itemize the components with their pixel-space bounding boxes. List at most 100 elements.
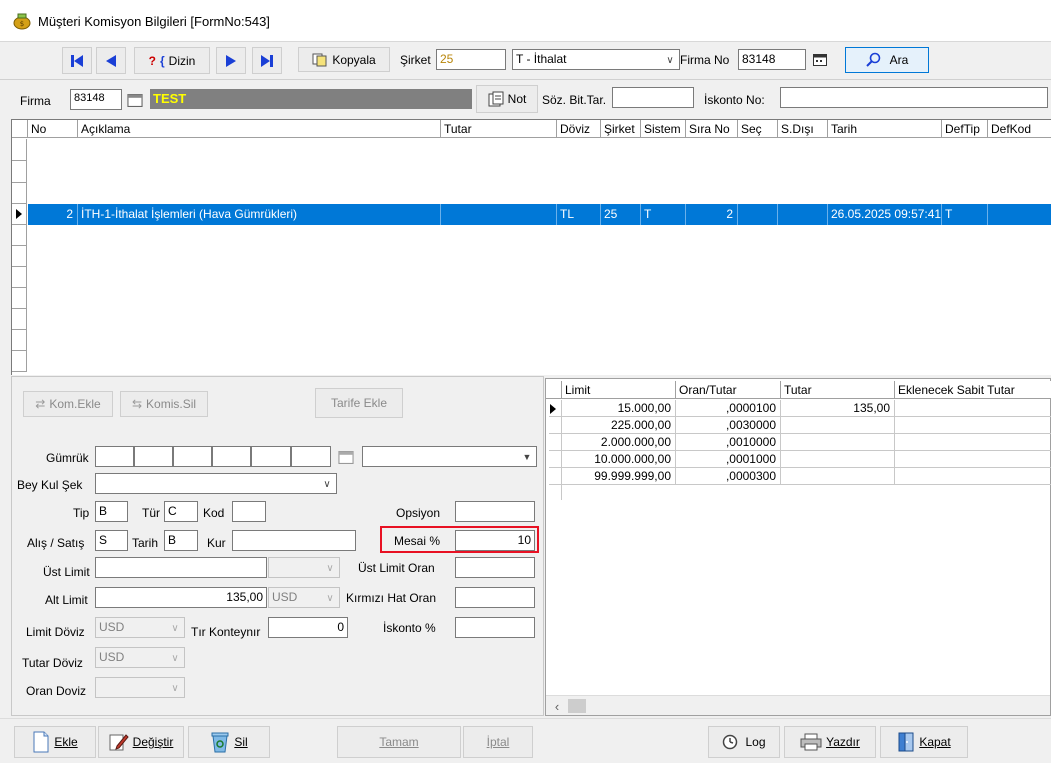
- main-grid[interactable]: [11, 119, 1051, 375]
- table-row[interactable]: 2.000.000,00 ,0010000: [549, 434, 1051, 451]
- table-row[interactable]: 10.000.000,00 ,0001000: [549, 451, 1051, 468]
- tip-input[interactable]: B: [95, 501, 128, 522]
- ekle-button[interactable]: Ekle: [14, 726, 96, 758]
- alis-satis-input[interactable]: S: [95, 530, 128, 551]
- kod-input[interactable]: [232, 501, 266, 522]
- row-indicator[interactable]: [12, 351, 27, 372]
- ust-limit-input[interactable]: [95, 557, 267, 578]
- header-sistem[interactable]: Sistem: [641, 120, 686, 138]
- row-indicator-current[interactable]: [12, 204, 27, 225]
- sirket-input[interactable]: 25: [436, 49, 506, 70]
- row-indicator[interactable]: [12, 161, 27, 183]
- bey-kul-sek-combo[interactable]: ∨: [95, 473, 337, 494]
- firma-calendar-button[interactable]: [124, 91, 146, 109]
- firma-name-display: TEST: [150, 89, 472, 109]
- scroll-left-icon[interactable]: ‹: [550, 698, 564, 714]
- header-s-disi[interactable]: S.Dışı: [778, 120, 828, 138]
- alt-limit-doviz-combo[interactable]: USD ∨: [268, 587, 340, 608]
- table-row[interactable]: 225.000,00 ,0030000: [549, 417, 1051, 434]
- prev-record-button[interactable]: [96, 47, 126, 74]
- tir-konteynir-input[interactable]: 0: [268, 617, 348, 638]
- table-row[interactable]: 99.999.999,00 ,0000300: [549, 468, 1051, 485]
- opsiyon-input[interactable]: [455, 501, 535, 522]
- kirmizi-hat-input[interactable]: [455, 587, 535, 608]
- gumruk-input-5[interactable]: [251, 446, 291, 467]
- komis-sil-button[interactable]: ⇆ Komis.Sil: [120, 391, 208, 417]
- header-sira-no[interactable]: Sıra No: [686, 120, 738, 138]
- tarife-ekle-button[interactable]: Tarife Ekle: [315, 388, 403, 418]
- header-tarih[interactable]: Tarih: [828, 120, 942, 138]
- gumruk-input-3[interactable]: [173, 446, 212, 467]
- firma-no-input[interactable]: 83148: [738, 49, 806, 70]
- kur-input[interactable]: [232, 530, 356, 551]
- recycle-bin-icon: [211, 732, 229, 753]
- tur-input[interactable]: C: [164, 501, 198, 522]
- header-eklenecek-sabit-tutar[interactable]: Eklenecek Sabit Tutar: [895, 381, 1051, 399]
- header-limit-tutar[interactable]: Tutar: [781, 381, 895, 399]
- header-limit[interactable]: Limit: [562, 381, 676, 399]
- row-indicator[interactable]: [12, 330, 27, 351]
- gumruk-calendar-button[interactable]: [334, 448, 358, 466]
- row-indicator[interactable]: [12, 183, 27, 204]
- table-row-selected[interactable]: 2 İTH-1-İthalat İşlemleri (Hava Gümrükle…: [28, 204, 1051, 225]
- mesai-input[interactable]: 10: [455, 530, 535, 551]
- tutar-doviz-combo[interactable]: USD ∨: [95, 647, 185, 668]
- header-aciklama[interactable]: Açıklama: [78, 120, 441, 138]
- limit-grid-hscrollbar[interactable]: ‹: [546, 695, 1050, 715]
- oran-doviz-combo[interactable]: ∨: [95, 677, 185, 698]
- row-indicator[interactable]: [12, 225, 27, 246]
- row-indicator[interactable]: [12, 309, 27, 330]
- sil-button[interactable]: Sil: [188, 726, 270, 758]
- dizin-button[interactable]: ? { Dizin: [134, 47, 210, 74]
- chevron-down-icon: ∨: [326, 592, 334, 604]
- tamam-button[interactable]: Tamam: [337, 726, 461, 758]
- row-indicator[interactable]: [12, 288, 27, 309]
- last-record-button[interactable]: [252, 47, 282, 74]
- tarife-ekle-label: Tarife Ekle: [330, 396, 388, 410]
- log-button[interactable]: Log: [708, 726, 780, 758]
- gumruk-combo[interactable]: ▼: [362, 446, 537, 467]
- degistir-button[interactable]: Değiştir: [98, 726, 184, 758]
- header-sirket[interactable]: Şirket: [601, 120, 641, 138]
- ara-button[interactable]: Ara: [845, 47, 929, 73]
- gumruk-input-6[interactable]: [291, 446, 331, 467]
- kur-label: Kur: [207, 536, 226, 550]
- header-deftip[interactable]: DefTip: [942, 120, 988, 138]
- row-indicator[interactable]: [12, 246, 27, 267]
- header-sec[interactable]: Seç: [738, 120, 778, 138]
- header-oran-tutar[interactable]: Oran/Tutar: [676, 381, 781, 399]
- table-row[interactable]: 15.000,00 ,0000100 135,00: [549, 400, 1051, 417]
- komis-sil-label: Komis.Sil: [146, 397, 197, 411]
- alt-limit-input[interactable]: 135,00: [95, 587, 267, 608]
- header-no[interactable]: No: [28, 120, 78, 138]
- header-defkod[interactable]: DefKod: [988, 120, 1051, 138]
- gumruk-input-4[interactable]: [212, 446, 251, 467]
- header-doviz[interactable]: Döviz: [557, 120, 601, 138]
- iskonto-pct-input[interactable]: [455, 617, 535, 638]
- row-indicator[interactable]: [12, 139, 27, 161]
- ust-limit-doviz-combo[interactable]: ∨: [268, 557, 340, 578]
- soz-bit-input[interactable]: [612, 87, 694, 108]
- scroll-thumb[interactable]: [568, 699, 586, 713]
- gumruk-input-1[interactable]: [95, 446, 134, 467]
- limit-doviz-combo[interactable]: USD ∨: [95, 617, 185, 638]
- tutar-doviz-value: USD: [99, 650, 125, 664]
- firma-code-input[interactable]: 83148: [70, 89, 122, 110]
- yazdir-button[interactable]: Yazdır: [784, 726, 876, 758]
- cell-limit: 99.999.999,00: [562, 468, 676, 485]
- not-button[interactable]: Not: [476, 85, 538, 113]
- iskonto-no-input[interactable]: [780, 87, 1048, 108]
- gumruk-input-2[interactable]: [134, 446, 173, 467]
- kom-ekle-button[interactable]: ⇄ Kom.Ekle: [23, 391, 113, 417]
- calendar-button[interactable]: [810, 51, 830, 69]
- kapat-button[interactable]: Kapat: [880, 726, 968, 758]
- kopyala-button[interactable]: Kopyala: [298, 47, 390, 72]
- iptal-button[interactable]: İptal: [463, 726, 533, 758]
- first-record-button[interactable]: [62, 47, 92, 74]
- tarih-input[interactable]: B: [164, 530, 198, 551]
- ust-limit-oran-input[interactable]: [455, 557, 535, 578]
- header-tutar[interactable]: Tutar: [441, 120, 557, 138]
- row-indicator[interactable]: [12, 267, 27, 288]
- next-record-button[interactable]: [216, 47, 246, 74]
- sirket-combo[interactable]: T - İthalat ∨: [512, 49, 680, 70]
